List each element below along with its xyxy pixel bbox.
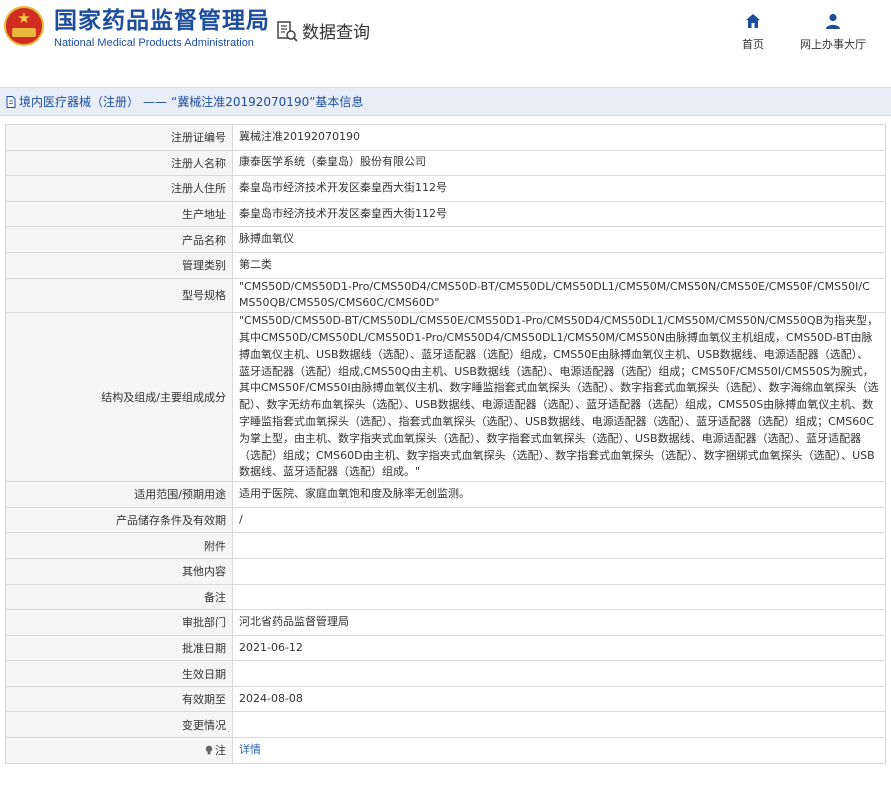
field-label: 备注 — [5, 583, 233, 611]
nav-online-label: 网上办事大厅 — [800, 38, 866, 51]
table-row: 备注 — [5, 583, 886, 611]
field-value: 秦皇岛市经济技术开发区秦皇西大街112号 — [232, 175, 886, 202]
table-row: 生产地址 秦皇岛市经济技术开发区秦皇西大街112号 — [5, 200, 886, 228]
national-emblem-logo: ★ — [4, 6, 44, 46]
field-label: 型号规格 — [5, 277, 233, 314]
document-icon — [6, 95, 16, 108]
nav-home-label: 首页 — [742, 38, 764, 51]
field-label: 批准日期 — [5, 634, 233, 662]
breadcrumb-title: “冀械注准20192070190”基本信息 — [171, 95, 364, 109]
field-label: 注册人名称 — [5, 149, 233, 177]
field-value: 2021-06-12 — [232, 634, 886, 662]
field-label: 产品名称 — [5, 226, 233, 253]
field-value: 河北省药品监督管理局 — [232, 609, 886, 636]
data-query-title[interactable]: 数据查询 — [276, 18, 370, 43]
field-label: 产品储存条件及有效期 — [5, 506, 233, 534]
table-row: 注册证编号 冀械注准20192070190 — [5, 124, 886, 151]
table-row: 管理类别 第二类 — [5, 251, 886, 279]
table-row: 变更情况 — [5, 711, 886, 739]
breadcrumb: 境内医疗器械（注册） —— “冀械注准20192070190”基本信息 — [0, 87, 891, 116]
nav-home[interactable]: 首页 — [742, 12, 764, 52]
table-row: 生效日期 — [5, 660, 886, 687]
table-row: 审批部门 河北省药品监督管理局 — [5, 609, 886, 636]
lightbulb-icon — [205, 745, 213, 755]
field-label: 审批部门 — [5, 609, 233, 636]
note-label: 注 — [215, 744, 226, 758]
table-row: 注册人名称 康泰医学系统（秦皇岛）股份有限公司 — [5, 149, 886, 177]
field-label: 附件 — [5, 532, 233, 559]
table-row: 型号规格 "CMS50D/CMS50D1-Pro/CMS50D4/CMS50D-B… — [5, 277, 886, 314]
field-label: 生产地址 — [5, 200, 233, 228]
field-value — [232, 660, 886, 687]
table-row: 其他内容 — [5, 557, 886, 585]
field-label: 变更情况 — [5, 711, 233, 739]
breadcrumb-category[interactable]: 境内医疗器械（注册） — [19, 93, 139, 110]
user-icon — [826, 13, 840, 29]
field-label: 注册人住所 — [5, 175, 233, 202]
field-value: 脉搏血氧仪 — [232, 226, 886, 253]
field-label: 生效日期 — [5, 660, 233, 687]
field-value: 康泰医学系统（秦皇岛）股份有限公司 — [232, 149, 886, 177]
field-value — [232, 532, 886, 559]
field-value: 秦皇岛市经济技术开发区秦皇西大街112号 — [232, 200, 886, 228]
search-doc-icon — [277, 20, 298, 42]
field-value: 2024-08-08 — [232, 685, 886, 713]
table-row: 注册人住所 秦皇岛市经济技术开发区秦皇西大街112号 — [5, 175, 886, 202]
details-link[interactable]: 详情 — [239, 743, 261, 756]
home-icon — [746, 14, 760, 28]
table-row: 附件 — [5, 532, 886, 559]
table-row: 批准日期 2021-06-12 — [5, 634, 886, 662]
field-value: 冀械注准20192070190 — [232, 124, 886, 151]
field-label: 适用范围/预期用途 — [5, 481, 233, 508]
nav-online-hall[interactable]: 网上办事大厅 — [800, 12, 866, 52]
field-value: / — [232, 506, 886, 534]
field-label: 结构及组成/主要组成成分 — [5, 312, 233, 483]
field-value — [232, 711, 886, 739]
field-value: "CMS50D/CMS50D-BT/CMS50DL/CMS50E/CMS50D1… — [232, 312, 886, 483]
note-row: 注详情 — [5, 737, 886, 764]
table-row: 产品储存条件及有效期 / — [5, 506, 886, 534]
field-value — [232, 583, 886, 611]
note-label-cell: 注 — [5, 737, 233, 764]
note-value-cell: 详情 — [232, 737, 886, 764]
data-query-label: 数据查询 — [302, 23, 370, 43]
field-label: 其他内容 — [5, 557, 233, 585]
field-label: 管理类别 — [5, 251, 233, 279]
table-row: 适用范围/预期用途 适用于医院、家庭血氧饱和度及脉率无创监测。 — [5, 481, 886, 508]
table-row: 产品名称 脉搏血氧仪 — [5, 226, 886, 253]
site-header: ★ 国家药品监督管理局 National Medical Products Ad… — [0, 0, 891, 70]
logo-english-name[interactable]: National Medical Products Administration — [54, 37, 254, 49]
field-value: 第二类 — [232, 251, 886, 279]
logo-chinese-name[interactable]: 国家药品监督管理局 — [54, 8, 270, 34]
field-label: 有效期至 — [5, 685, 233, 713]
field-value: 适用于医院、家庭血氧饱和度及脉率无创监测。 — [232, 481, 886, 508]
table-row: 结构及组成/主要组成成分 "CMS50D/CMS50D-BT/CMS50DL/CM… — [5, 312, 886, 483]
field-value — [232, 557, 886, 585]
table-row: 有效期至 2024-08-08 — [5, 685, 886, 713]
field-label: 注册证编号 — [5, 124, 233, 151]
registration-detail-table: 注册证编号 冀械注准20192070190 注册人名称 康泰医学系统（秦皇岛）股份有限… — [5, 124, 886, 764]
breadcrumb-separator: —— — [143, 94, 168, 109]
field-value: "CMS50D/CMS50D1-Pro/CMS50D4/CMS50D-BT/CM… — [232, 277, 886, 314]
